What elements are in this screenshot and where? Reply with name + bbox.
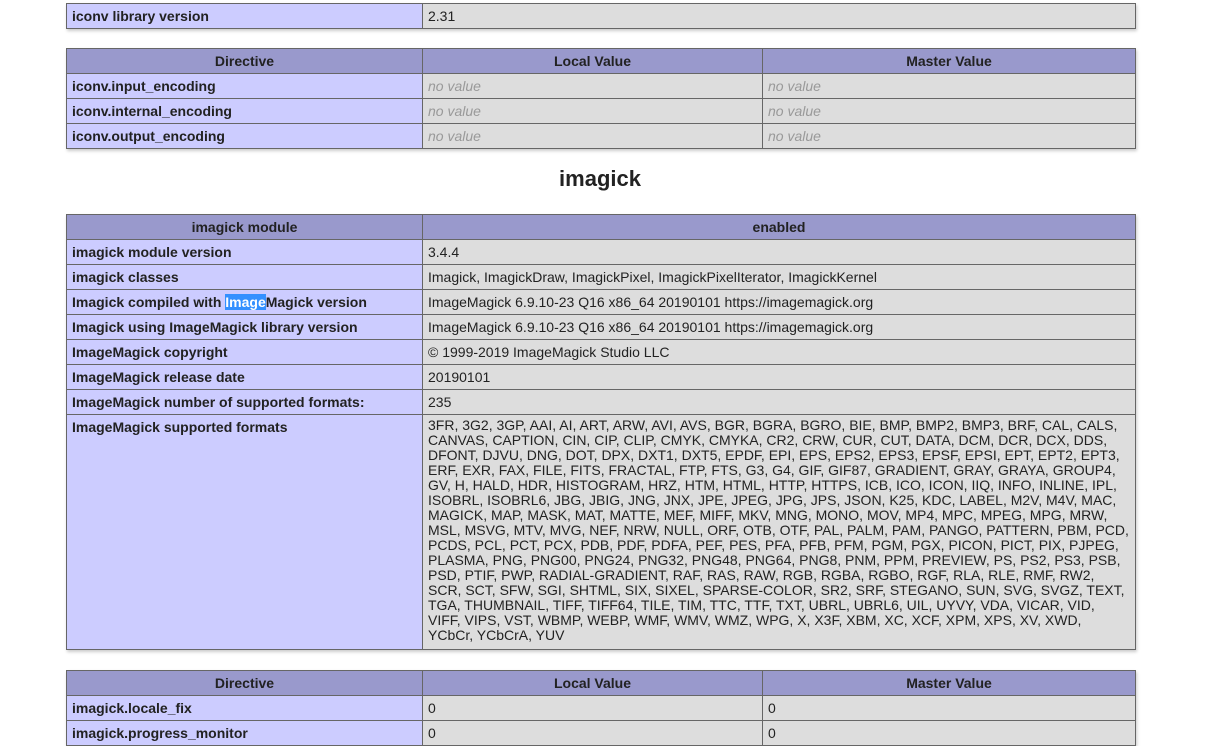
table-row: imagick.progress_monitor 0 0 [66,720,1136,746]
directive-name: iconv.input_encoding [66,73,423,99]
table-row: imagick module version 3.4.4 [66,239,1136,265]
row-value: 2.31 [422,3,1136,29]
directive-name: iconv.output_encoding [66,123,423,149]
header-master: Master Value [762,48,1136,74]
header-local: Local Value [422,48,763,74]
row-label: imagick classes [66,264,423,290]
row-label: imagick module version [66,239,423,265]
row-value: © 1999-2019 ImageMagick Studio LLC [422,339,1136,365]
table-row: iconv.internal_encoding no value no valu… [66,98,1136,124]
table-header: Directive Local Value Master Value [66,670,1136,696]
imagick-info-table: imagick module enabled imagick module ve… [66,214,1136,650]
table-row: Imagick compiled with ImageMagick versio… [66,289,1136,315]
section-title: imagick [559,166,641,191]
header-module: imagick module [66,214,423,240]
header-local: Local Value [422,670,763,696]
row-value: 235 [422,389,1136,415]
master-value: no value [762,98,1136,124]
table-row: imagick classes Imagick, ImagickDraw, Ima… [66,264,1136,290]
table-row: ImageMagick number of supported formats:… [66,389,1136,415]
table-header: Directive Local Value Master Value [66,48,1136,74]
local-value: no value [422,98,763,124]
table-row: imagick.locale_fix 0 0 [66,695,1136,721]
header-status: enabled [422,214,1136,240]
row-label: ImageMagick release date [66,364,423,390]
label-suffix: Magick version [265,294,367,310]
row-value: 3.4.4 [422,239,1136,265]
iconv-directives-table: Directive Local Value Master Value iconv… [66,48,1136,149]
row-value: Imagick, ImagickDraw, ImagickPixel, Imag… [422,264,1136,290]
label-prefix: Imagick compiled with [72,294,226,310]
table-row: Imagick using ImageMagick library versio… [66,314,1136,340]
master-value: 0 [762,720,1136,746]
local-value: no value [422,123,763,149]
master-value: no value [762,73,1136,99]
supported-formats-value: 3FR, 3G2, 3GP, AAI, AI, ART, ARW, AVI, A… [422,414,1136,650]
table-row: ImageMagick copyright © 1999-2019 ImageMa… [66,339,1136,365]
row-label: iconv library version [66,3,423,29]
row-value: ImageMagick 6.9.10-23 Q16 x86_64 2019010… [422,314,1136,340]
iconv-info-table: iconv library version 2.31 [66,3,1136,29]
local-value: 0 [422,695,763,721]
row-label: Imagick compiled with ImageMagick versio… [66,289,423,315]
row-value: 20190101 [422,364,1136,390]
header-master: Master Value [762,670,1136,696]
row-label: ImageMagick number of supported formats: [66,389,423,415]
header-directive: Directive [66,670,423,696]
master-value: no value [762,123,1136,149]
local-value: 0 [422,720,763,746]
row-value: ImageMagick 6.9.10-23 Q16 x86_64 2019010… [422,289,1136,315]
local-value: no value [422,73,763,99]
directive-name: imagick.progress_monitor [66,720,423,746]
directive-name: imagick.locale_fix [66,695,423,721]
table-row: ImageMagick supported formats 3FR, 3G2, 3… [66,414,1136,650]
row-label: ImageMagick supported formats [66,414,423,650]
table-row: ImageMagick release date 20190101 [66,364,1136,390]
imagick-directives-table: Directive Local Value Master Value imagi… [66,670,1136,746]
master-value: 0 [762,695,1136,721]
table-row: iconv library version 2.31 [66,3,1136,29]
table-row: iconv.output_encoding no value no value [66,123,1136,149]
table-header: imagick module enabled [66,214,1136,240]
header-directive: Directive [66,48,423,74]
row-label: ImageMagick copyright [66,339,423,365]
selected-text[interactable]: Image [225,294,266,310]
table-row: iconv.input_encoding no value no value [66,73,1136,99]
directive-name: iconv.internal_encoding [66,98,423,124]
row-label: Imagick using ImageMagick library versio… [66,314,423,340]
